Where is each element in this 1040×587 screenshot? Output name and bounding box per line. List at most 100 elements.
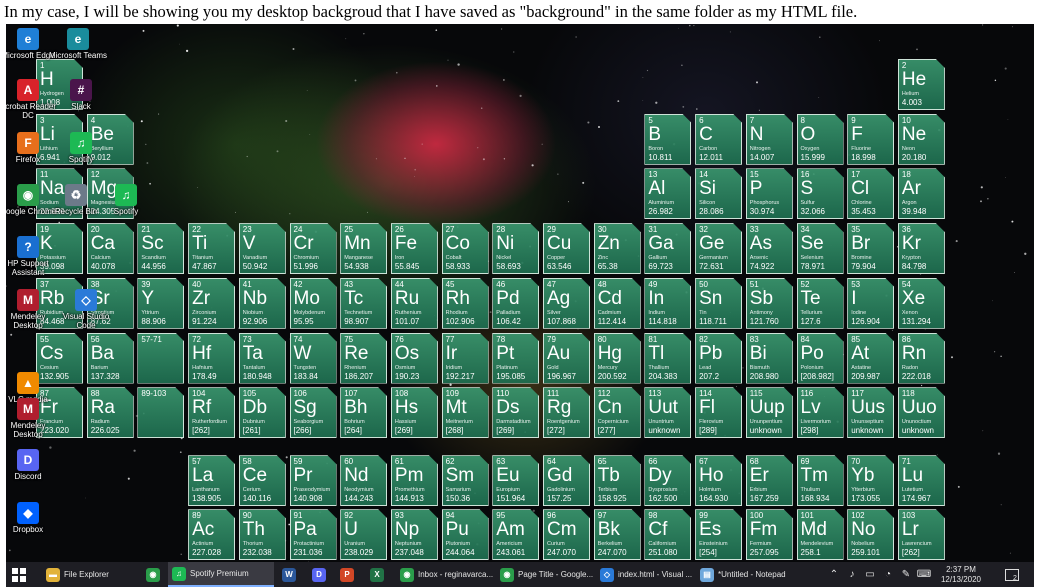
taskbar-button[interactable]: X bbox=[366, 562, 396, 587]
element-cell: 26 Fe Iron 55.845 bbox=[391, 223, 438, 274]
volume-icon[interactable]: ♪ bbox=[844, 562, 860, 587]
taskbar-button[interactable]: ▤ *Untitled - Notepad bbox=[696, 562, 796, 587]
atomic-weight: 58.933 bbox=[445, 262, 471, 272]
notification-center-button[interactable]: 2 bbox=[1000, 562, 1022, 587]
taskbar-button[interactable]: ◉ Page Title - Google... bbox=[496, 562, 596, 587]
taskbar-button[interactable]: ▬ File Explorer bbox=[42, 562, 142, 587]
element-name: Gadolinium bbox=[547, 487, 575, 494]
element-cell: 115 Uup Ununpentium unknown bbox=[746, 387, 793, 438]
element-cell: 75 Re Rhenium 186.207 bbox=[340, 333, 387, 384]
chrome-icon: ◉ bbox=[146, 567, 160, 582]
element-cell: 44 Ru Ruthenium 101.07 bbox=[391, 278, 438, 329]
element-name: Rhenium bbox=[344, 364, 367, 371]
element-cell: 106 Sg Seaborgium [266] bbox=[290, 387, 337, 438]
element-name: Bohrium bbox=[344, 419, 365, 426]
star bbox=[655, 101, 658, 104]
star bbox=[992, 300, 993, 302]
star bbox=[1004, 67, 1007, 70]
element-symbol: C bbox=[699, 123, 713, 145]
element-symbol: Tb bbox=[597, 465, 620, 487]
taskbar-button[interactable]: ◇ index.html - Visual ... bbox=[596, 562, 696, 587]
taskbar-button[interactable]: ◉ bbox=[142, 562, 168, 587]
star bbox=[363, 33, 365, 35]
atomic-weight: 98.907 bbox=[344, 316, 369, 326]
desktop-shortcut[interactable]: # Slack bbox=[51, 79, 111, 111]
element-name: Cadmium bbox=[597, 309, 622, 316]
element-cell: 90 Th Thorium 232.038 bbox=[239, 509, 286, 560]
element-symbol: Rn bbox=[901, 342, 927, 364]
taskbar-button[interactable]: D bbox=[308, 562, 336, 587]
element-symbol: Cl bbox=[851, 178, 870, 200]
pen-icon[interactable]: ✎ bbox=[898, 562, 914, 587]
battery-icon[interactable]: ▭ bbox=[862, 562, 878, 587]
element-name: Thallium bbox=[648, 364, 670, 371]
system-clock[interactable]: 2:37 PM 12/13/2020 bbox=[934, 562, 988, 587]
atomic-weight: 40.078 bbox=[90, 262, 116, 272]
element-symbol: At bbox=[851, 342, 870, 364]
atomic-weight: 63.546 bbox=[547, 262, 572, 272]
atomic-weight: 168.934 bbox=[800, 494, 830, 504]
spotify-icon: ♫ bbox=[70, 132, 92, 154]
element-cell: 74 W Tungsten 183.84 bbox=[290, 333, 337, 384]
powerpoint-icon: P bbox=[340, 567, 354, 582]
atomic-weight: 183.84 bbox=[293, 371, 318, 381]
taskbar-button[interactable]: P bbox=[336, 562, 366, 587]
element-cell: 27 Co Cobalt 58.933 bbox=[442, 223, 489, 274]
shortcut-label: Microsoft Teams bbox=[48, 51, 108, 60]
atomic-weight: 74.922 bbox=[749, 262, 775, 272]
element-name: Radon bbox=[901, 364, 919, 371]
star bbox=[435, 85, 438, 87]
element-name: Lanthanum bbox=[192, 487, 220, 494]
atomic-weight: 79.904 bbox=[851, 262, 876, 272]
element-symbol: Rf bbox=[192, 397, 212, 419]
element-cell: 79 Au Gold 196.967 bbox=[543, 333, 590, 384]
element-symbol: F bbox=[851, 123, 863, 145]
star bbox=[531, 164, 534, 167]
network-icon[interactable]: ◔ bbox=[880, 562, 896, 587]
element-cell: 60 Nd Neodymium 144.243 bbox=[340, 455, 387, 506]
taskbar-button[interactable]: W bbox=[278, 562, 308, 587]
desktop-shortcut[interactable]: ◇ Visual Studio Code bbox=[56, 289, 116, 330]
desktop-shortcut[interactable]: e Microsoft Teams bbox=[48, 28, 108, 60]
chevron-up-icon[interactable]: ⌃ bbox=[826, 562, 842, 587]
star bbox=[145, 143, 147, 146]
element-name: Dubnium bbox=[242, 419, 265, 426]
element-name: Indium bbox=[648, 309, 665, 316]
desktop-shortcut[interactable]: M Mendeley Desktop bbox=[6, 398, 58, 439]
atomic-weight: [277] bbox=[597, 426, 616, 436]
element-name: Praseodymium bbox=[293, 487, 331, 494]
atomic-weight: 226.025 bbox=[90, 426, 120, 436]
desktop-shortcut[interactable]: ♫ Spotify bbox=[51, 132, 111, 164]
element-cell: 85 At Astatine 209.987 bbox=[847, 333, 894, 384]
atomic-weight: 238.029 bbox=[344, 548, 374, 558]
element-name: Manganese bbox=[344, 255, 373, 262]
desktop: 1 H Hydrogen 1.008 2 He Helium 4.003 3 Li Lithium 6… bbox=[6, 24, 1034, 562]
element-symbol: Eu bbox=[496, 465, 520, 487]
element-name: Silicon bbox=[699, 200, 716, 207]
element-symbol: Sm bbox=[445, 465, 475, 487]
element-cell: 28 Ni Nickel 58.693 bbox=[492, 223, 539, 274]
element-name: Tin bbox=[699, 309, 707, 316]
desktop-shortcut[interactable]: ◆ Dropbox bbox=[6, 502, 58, 534]
star bbox=[1024, 252, 1027, 255]
element-cell: 89 Ac Actinium 227.028 bbox=[188, 509, 235, 560]
star bbox=[447, 59, 449, 61]
vscode-icon: ◇ bbox=[600, 567, 614, 582]
desktop-shortcut[interactable]: ? HP Support Assistant bbox=[6, 236, 58, 277]
element-cell: 78 Pt Platinum 195.085 bbox=[492, 333, 539, 384]
start-button[interactable] bbox=[12, 562, 34, 587]
taskbar-button[interactable]: ◉ Inbox - reginavarca... bbox=[396, 562, 496, 587]
desktop-shortcut[interactable]: D Discord bbox=[6, 449, 58, 481]
element-symbol: Tl bbox=[648, 342, 665, 364]
atomic-weight: 190.23 bbox=[394, 371, 420, 381]
star bbox=[678, 27, 680, 29]
star bbox=[1014, 272, 1015, 273]
desktop-shortcut[interactable]: ♫ Spotify bbox=[96, 184, 156, 216]
star bbox=[682, 105, 685, 108]
language-icon[interactable]: ⌨ bbox=[916, 562, 932, 587]
desktop-shortcut[interactable]: M Mendeley Desktop bbox=[6, 289, 58, 330]
element-symbol: Ni bbox=[496, 233, 515, 255]
element-symbol: Lu bbox=[901, 465, 924, 487]
taskbar-button[interactable]: ♫ Spotify Premium bbox=[168, 562, 274, 587]
taskbar-label: Spotify Premium bbox=[190, 569, 249, 578]
